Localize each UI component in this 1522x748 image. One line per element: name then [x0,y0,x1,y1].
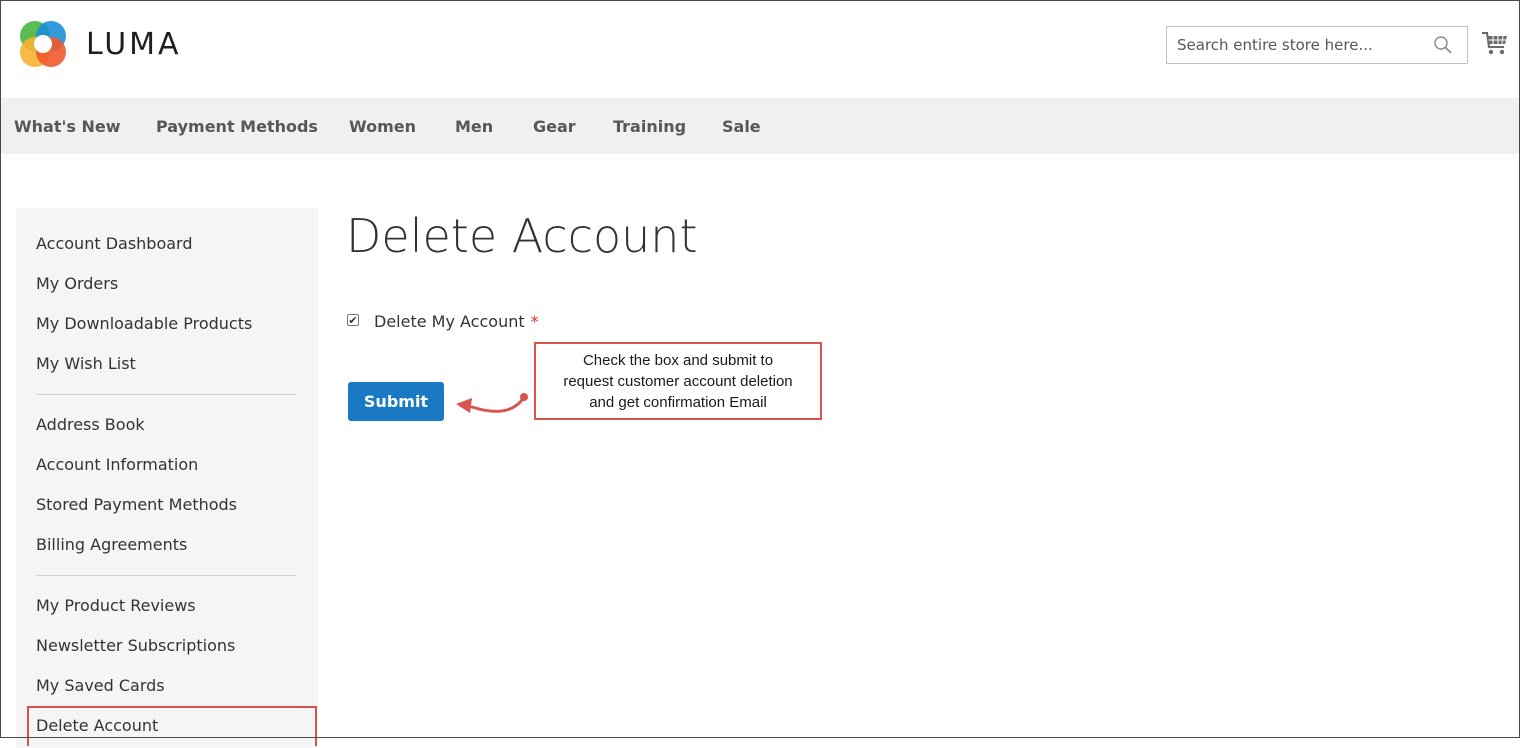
sidebar-item-account-dashboard[interactable]: Account Dashboard [36,234,193,253]
luma-logo-icon [20,21,66,67]
account-sidebar: Account Dashboard My Orders My Downloada… [16,208,318,748]
checkbox-label-text: Delete My Account [374,312,525,331]
store-logo[interactable]: LUMA [16,20,182,68]
submit-button[interactable]: Submit [348,382,444,421]
checkmark-icon: ✔ [348,313,358,327]
annotation-line: and get confirmation Email [589,393,767,411]
sidebar-item-billing-agreements[interactable]: Billing Agreements [36,535,187,554]
delete-account-checkbox[interactable]: ✔ [347,314,359,326]
nav-item-gear[interactable]: Gear [533,117,576,136]
logo-text: LUMA [86,26,182,62]
sidebar-item-stored-payment-methods[interactable]: Stored Payment Methods [36,495,237,514]
sidebar-item-product-reviews[interactable]: My Product Reviews [36,596,196,615]
search-box [1166,26,1468,64]
sidebar-item-downloadable-products[interactable]: My Downloadable Products [36,314,252,333]
sidebar-item-saved-cards[interactable]: My Saved Cards [36,676,165,695]
sidebar-divider [36,394,296,395]
sidebar-item-wish-list[interactable]: My Wish List [36,354,136,373]
nav-item-whats-new[interactable]: What's New [14,117,121,136]
sidebar-divider [36,575,296,576]
main-navigation: What's New Payment Methods Women Men Gea… [0,98,1520,154]
sidebar-item-my-orders[interactable]: My Orders [36,274,118,293]
required-marker: * [530,312,539,331]
search-icon[interactable] [1433,35,1453,55]
cart-icon[interactable] [1481,30,1509,56]
page-title: Delete Account [346,209,698,263]
annotation-arrow-icon [456,393,528,413]
nav-item-training[interactable]: Training [613,117,686,136]
annotation-line: Check the box and submit to [582,351,774,369]
nav-item-men[interactable]: Men [455,117,493,136]
delete-account-highlight [27,706,317,746]
nav-item-sale[interactable]: Sale [722,117,761,136]
annotation-line: request customer account deletion [563,372,793,390]
delete-account-checkbox-label[interactable]: Delete My Account * [374,312,539,331]
sidebar-item-address-book[interactable]: Address Book [36,415,145,434]
nav-item-payment-methods[interactable]: Payment Methods [156,117,318,136]
sidebar-item-newsletter-subscriptions[interactable]: Newsletter Subscriptions [36,636,235,655]
nav-item-women[interactable]: Women [349,117,416,136]
sidebar-item-account-information[interactable]: Account Information [36,455,198,474]
search-input[interactable] [1167,27,1427,63]
annotation-callout: Check the box and submit to request cust… [534,342,822,420]
